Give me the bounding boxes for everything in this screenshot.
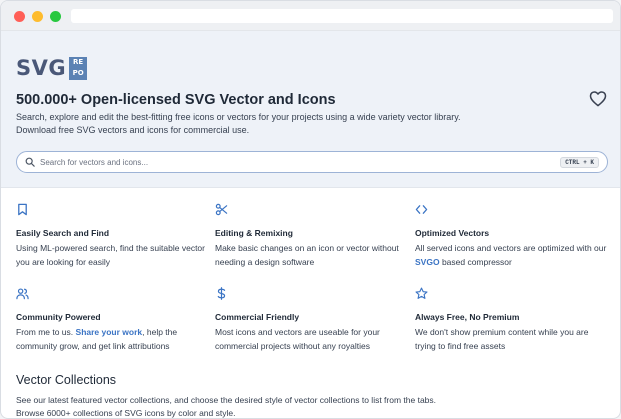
- feature-title: Commercial Friendly: [215, 312, 300, 322]
- browser-window: SVG RE PO 500.000+ Open-licensed SVG Vec…: [0, 0, 621, 419]
- feature-search: Easily Search and Find Using ML-powered …: [16, 203, 206, 267]
- bookmark-icon: [18, 203, 27, 216]
- dollar-icon: [217, 287, 226, 300]
- feature-description-text: Most icons and vectors are useable for y…: [215, 327, 380, 351]
- search-icon: [25, 157, 35, 167]
- close-window-button[interactable]: [14, 11, 25, 22]
- svgo-link[interactable]: SVGO: [415, 257, 440, 267]
- feature-optimized: Optimized Vectors All served icons and v…: [415, 203, 606, 267]
- feature-free: Always Free, No Premium We don't show pr…: [415, 287, 605, 351]
- minimize-window-button[interactable]: [32, 11, 43, 22]
- page-title: 500.000+ Open-licensed SVG Vector and Ic…: [16, 92, 336, 108]
- feature-description: From me to us. Share your work, help the…: [16, 325, 211, 353]
- scissors-icon: [215, 203, 228, 216]
- feature-community: Community Powered From me to us. Share y…: [16, 287, 206, 351]
- feature-description: Make basic changes on an icon or vector …: [215, 241, 410, 269]
- feature-description-text: based compressor: [441, 257, 512, 267]
- feature-description: Using ML-powered search, find the suitab…: [16, 241, 211, 269]
- feature-description: We don't show premium content while you …: [415, 325, 610, 353]
- hero-section: SVG RE PO 500.000+ Open-licensed SVG Vec…: [1, 31, 620, 188]
- feature-title: Always Free, No Premium: [415, 312, 520, 322]
- window-titlebar: [1, 1, 620, 31]
- feature-title: Editing & Remixing: [215, 228, 293, 238]
- feature-description-text: We don't show premium content while you …: [415, 327, 589, 351]
- maximize-window-button[interactable]: [50, 11, 61, 22]
- logo-badge-top: RE: [73, 58, 84, 66]
- feature-commercial: Commercial Friendly Most icons and vecto…: [215, 287, 405, 351]
- share-your-work-link[interactable]: Share your work: [76, 327, 143, 337]
- feature-description-text: All served icons and vectors are optimiz…: [415, 243, 607, 253]
- logo-badge-bottom: PO: [72, 69, 84, 77]
- feature-title: Community Powered: [16, 312, 101, 322]
- keyboard-shortcut-badge: CTRL + K: [560, 157, 599, 168]
- site-logo[interactable]: SVG RE PO: [16, 55, 88, 81]
- search-bar[interactable]: CTRL + K: [16, 151, 608, 173]
- feature-description-text: From me to us.: [16, 327, 74, 337]
- logo-badge: RE PO: [69, 56, 88, 80]
- logo-text: SVG: [16, 56, 67, 80]
- feature-title: Optimized Vectors: [415, 228, 490, 238]
- collections-description: See our latest featured vector collectio…: [16, 394, 576, 418]
- code-icon: [415, 205, 428, 214]
- feature-description: Most icons and vectors are useable for y…: [215, 325, 410, 353]
- feature-description: All served icons and vectors are optimiz…: [415, 241, 610, 269]
- feature-description-text: Using ML-powered search, find the suitab…: [16, 243, 205, 267]
- users-icon: [16, 288, 29, 300]
- collections-description-line: See our latest featured vector collectio…: [16, 395, 437, 405]
- hero-description-line: Search, explore and edit the best-fittin…: [16, 112, 461, 122]
- hero-description-line: Download free SVG vectors and icons for …: [16, 125, 250, 135]
- collections-title: Vector Collections: [16, 373, 117, 387]
- heart-icon[interactable]: [589, 90, 607, 107]
- address-bar[interactable]: [71, 9, 613, 23]
- star-icon: [415, 287, 428, 299]
- feature-description-text: Make basic changes on an icon or vector …: [215, 243, 399, 267]
- hero-description: Search, explore and edit the best-fittin…: [16, 111, 486, 137]
- feature-title: Easily Search and Find: [16, 228, 110, 238]
- search-input[interactable]: [40, 157, 520, 167]
- collections-description-line: Browse 6000+ collections of SVG icons by…: [16, 408, 236, 418]
- feature-editing: Editing & Remixing Make basic changes on…: [215, 203, 405, 267]
